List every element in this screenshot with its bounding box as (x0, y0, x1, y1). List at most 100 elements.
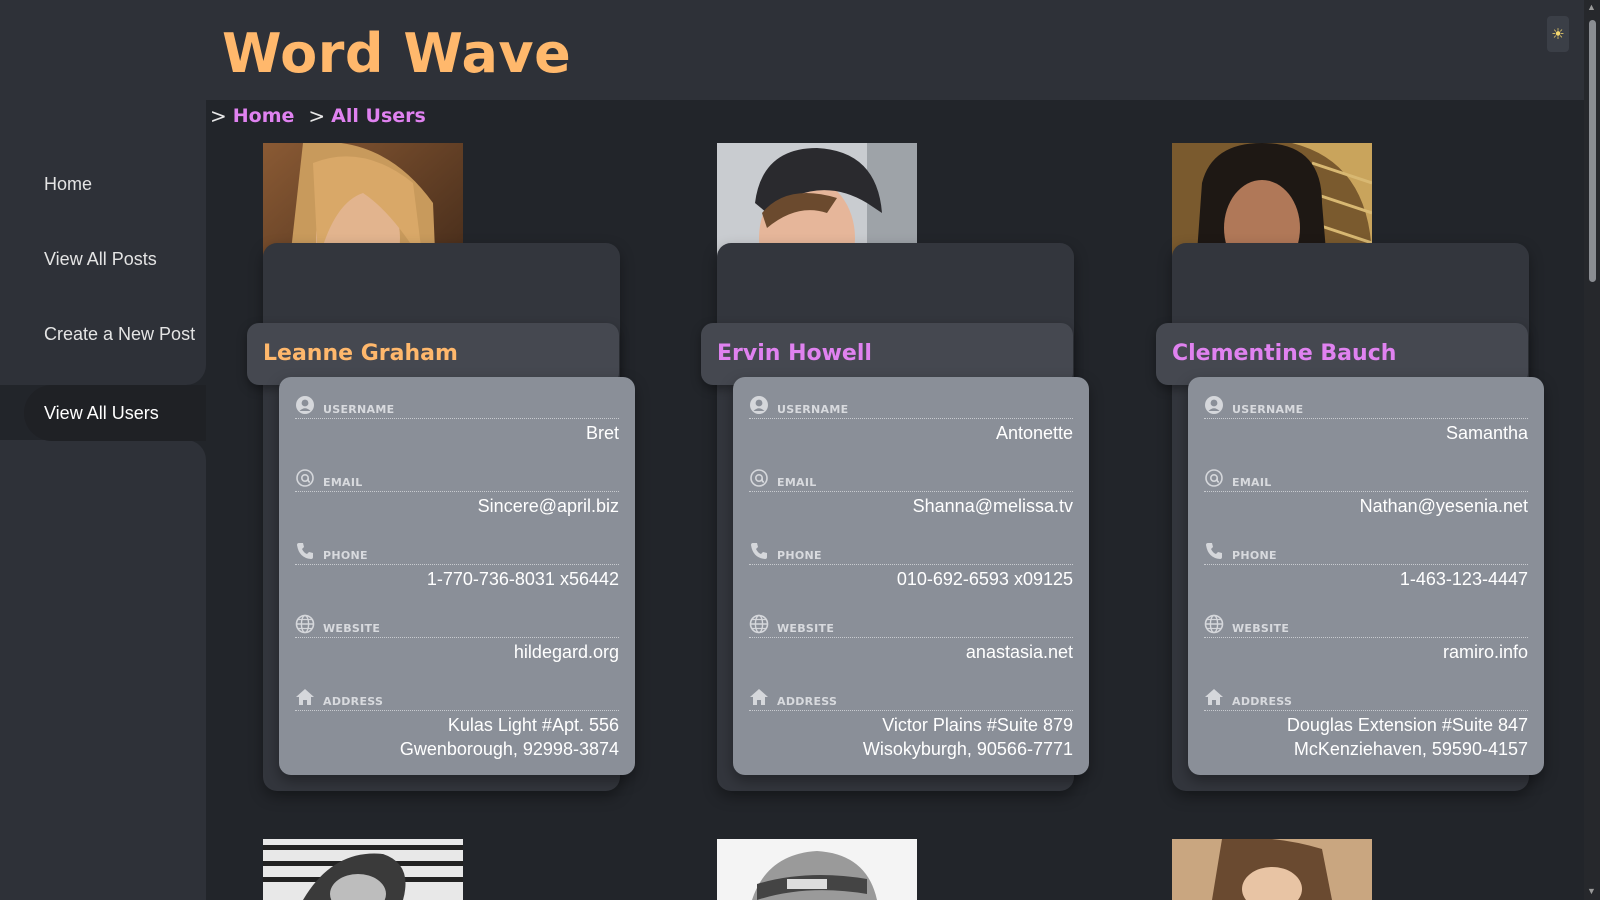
address-line2: Wisokyburgh, 90566-7771 (862, 739, 1073, 759)
scrollbar-thumb[interactable] (1589, 20, 1596, 282)
website-field: WEBSITE ramiro.info (1204, 608, 1528, 681)
field-label: ADDRESS (323, 695, 384, 708)
sidebar-header (0, 0, 206, 100)
field-label: WEBSITE (777, 622, 835, 635)
user-name[interactable]: Clementine Bauch (1172, 341, 1396, 366)
field-header: EMAIL (749, 468, 1073, 492)
home-icon (749, 687, 769, 707)
field-label: WEBSITE (1232, 622, 1290, 635)
user-details: USERNAME Antonette EMAIL Shanna@melissa.… (733, 377, 1089, 775)
home-icon (1204, 687, 1224, 707)
email-field: EMAIL Shanna@melissa.tv (749, 462, 1073, 535)
user-name[interactable]: Ervin Howell (717, 341, 872, 366)
address-line1: Victor Plains #Suite 879 (882, 715, 1073, 735)
app-title[interactable]: Word Wave (222, 22, 571, 85)
field-header: PHONE (1204, 541, 1528, 565)
address-line2: Gwenborough, 92998-3874 (399, 739, 619, 759)
field-header: ADDRESS (295, 687, 619, 711)
user-name-bar[interactable]: Leanne Graham (247, 323, 619, 385)
address-field: ADDRESS Kulas Light #Apt. 556 Gwenboroug… (295, 681, 619, 771)
address-value: Douglas Extension #Suite 847 McKenziehav… (1287, 713, 1528, 761)
user-details: USERNAME Bret EMAIL Sincere@april.biz PH… (279, 377, 635, 775)
globe-icon (295, 614, 315, 634)
website-value[interactable]: anastasia.net (966, 640, 1073, 664)
email-field: EMAIL Sincere@april.biz (295, 462, 619, 535)
sidebar-item-view-all-users[interactable]: View All Users (24, 385, 206, 441)
breadcrumb-home[interactable]: Home (233, 105, 295, 127)
user-photo (263, 839, 463, 900)
home-icon (295, 687, 315, 707)
email-value[interactable]: Sincere@april.biz (478, 494, 619, 518)
email-value[interactable]: Shanna@melissa.tv (913, 494, 1073, 518)
phone-value: 1-770-736-8031 x56442 (426, 569, 619, 589)
user-card: Ervin Howell USERNAME Antonette EMAIL Sh… (701, 143, 1089, 793)
field-label: ADDRESS (1232, 695, 1293, 708)
phone-value: 010-692-6593 x09125 (896, 569, 1073, 589)
theme-toggle-button[interactable]: ☀ (1547, 16, 1569, 52)
field-header: PHONE (295, 541, 619, 565)
field-label: PHONE (777, 549, 822, 562)
username-value: Antonette (995, 423, 1073, 443)
field-header: WEBSITE (1204, 614, 1528, 638)
address-line1: Douglas Extension #Suite 847 (1286, 715, 1528, 735)
address-field: ADDRESS Douglas Extension #Suite 847 McK… (1204, 681, 1528, 771)
user-name-bar[interactable]: Ervin Howell (701, 323, 1073, 385)
sidebar-item-create-post[interactable]: Create a New Post (44, 324, 195, 345)
address-line2: McKenziehaven, 59590-4157 (1293, 739, 1528, 759)
user-name-bar[interactable]: Clementine Bauch (1156, 323, 1528, 385)
field-header: USERNAME (749, 395, 1073, 419)
user-photo (1172, 839, 1372, 900)
website-field: WEBSITE anastasia.net (749, 608, 1073, 681)
field-header: USERNAME (1204, 395, 1528, 419)
username-field: USERNAME Bret (295, 389, 619, 462)
field-label: WEBSITE (323, 622, 381, 635)
field-header: ADDRESS (749, 687, 1073, 711)
address-value: Victor Plains #Suite 879 Wisokyburgh, 90… (863, 713, 1073, 761)
field-header: WEBSITE (295, 614, 619, 638)
field-header: WEBSITE (749, 614, 1073, 638)
user-icon (295, 395, 315, 415)
phone-field: PHONE 1-770-736-8031 x56442 (295, 535, 619, 608)
sidebar-item-home[interactable]: Home (44, 174, 92, 195)
user-name[interactable]: Leanne Graham (263, 341, 458, 366)
user-card: Leanne Graham USERNAME Bret EMAIL Sincer… (247, 143, 635, 793)
scroll-up-icon[interactable]: ▲ (1587, 2, 1596, 12)
sidebar-item-view-all-posts[interactable]: View All Posts (44, 249, 157, 270)
field-label: USERNAME (323, 403, 395, 416)
sun-icon: ☀ (1551, 26, 1565, 43)
field-label: PHONE (323, 549, 368, 562)
globe-icon (1204, 614, 1224, 634)
field-label: EMAIL (323, 476, 363, 489)
field-label: EMAIL (1232, 476, 1272, 489)
field-header: EMAIL (295, 468, 619, 492)
field-header: USERNAME (295, 395, 619, 419)
phone-icon (749, 541, 769, 561)
user-card: Clementine Bauch USERNAME Samantha EMAIL… (1156, 143, 1544, 793)
email-value[interactable]: Nathan@yesenia.net (1360, 494, 1528, 518)
website-value[interactable]: hildegard.org (514, 640, 619, 664)
phone-field: PHONE 1-463-123-4447 (1204, 535, 1528, 608)
website-value[interactable]: ramiro.info (1443, 640, 1528, 664)
username-field: USERNAME Antonette (749, 389, 1073, 462)
globe-icon (749, 614, 769, 634)
at-icon (1204, 468, 1224, 488)
field-label: USERNAME (777, 403, 849, 416)
user-icon (1204, 395, 1224, 415)
phone-icon (295, 541, 315, 561)
at-icon (749, 468, 769, 488)
at-icon (295, 468, 315, 488)
phone-field: PHONE 010-692-6593 x09125 (749, 535, 1073, 608)
phone-icon (1204, 541, 1224, 561)
scroll-down-icon[interactable]: ▼ (1587, 886, 1596, 896)
address-field: ADDRESS Victor Plains #Suite 879 Wisokyb… (749, 681, 1073, 771)
address-line1: Kulas Light #Apt. 556 (447, 715, 619, 735)
chevron-right-icon: > (210, 104, 227, 128)
user-icon (749, 395, 769, 415)
field-label: ADDRESS (777, 695, 838, 708)
field-header: EMAIL (1204, 468, 1528, 492)
address-value: Kulas Light #Apt. 556 Gwenborough, 92998… (400, 713, 619, 761)
chevron-right-icon: > (308, 104, 326, 128)
sidebar-lower (0, 440, 206, 900)
breadcrumb-all-users[interactable]: All Users (331, 105, 426, 127)
phone-value: 1-463-123-4447 (1399, 569, 1528, 589)
